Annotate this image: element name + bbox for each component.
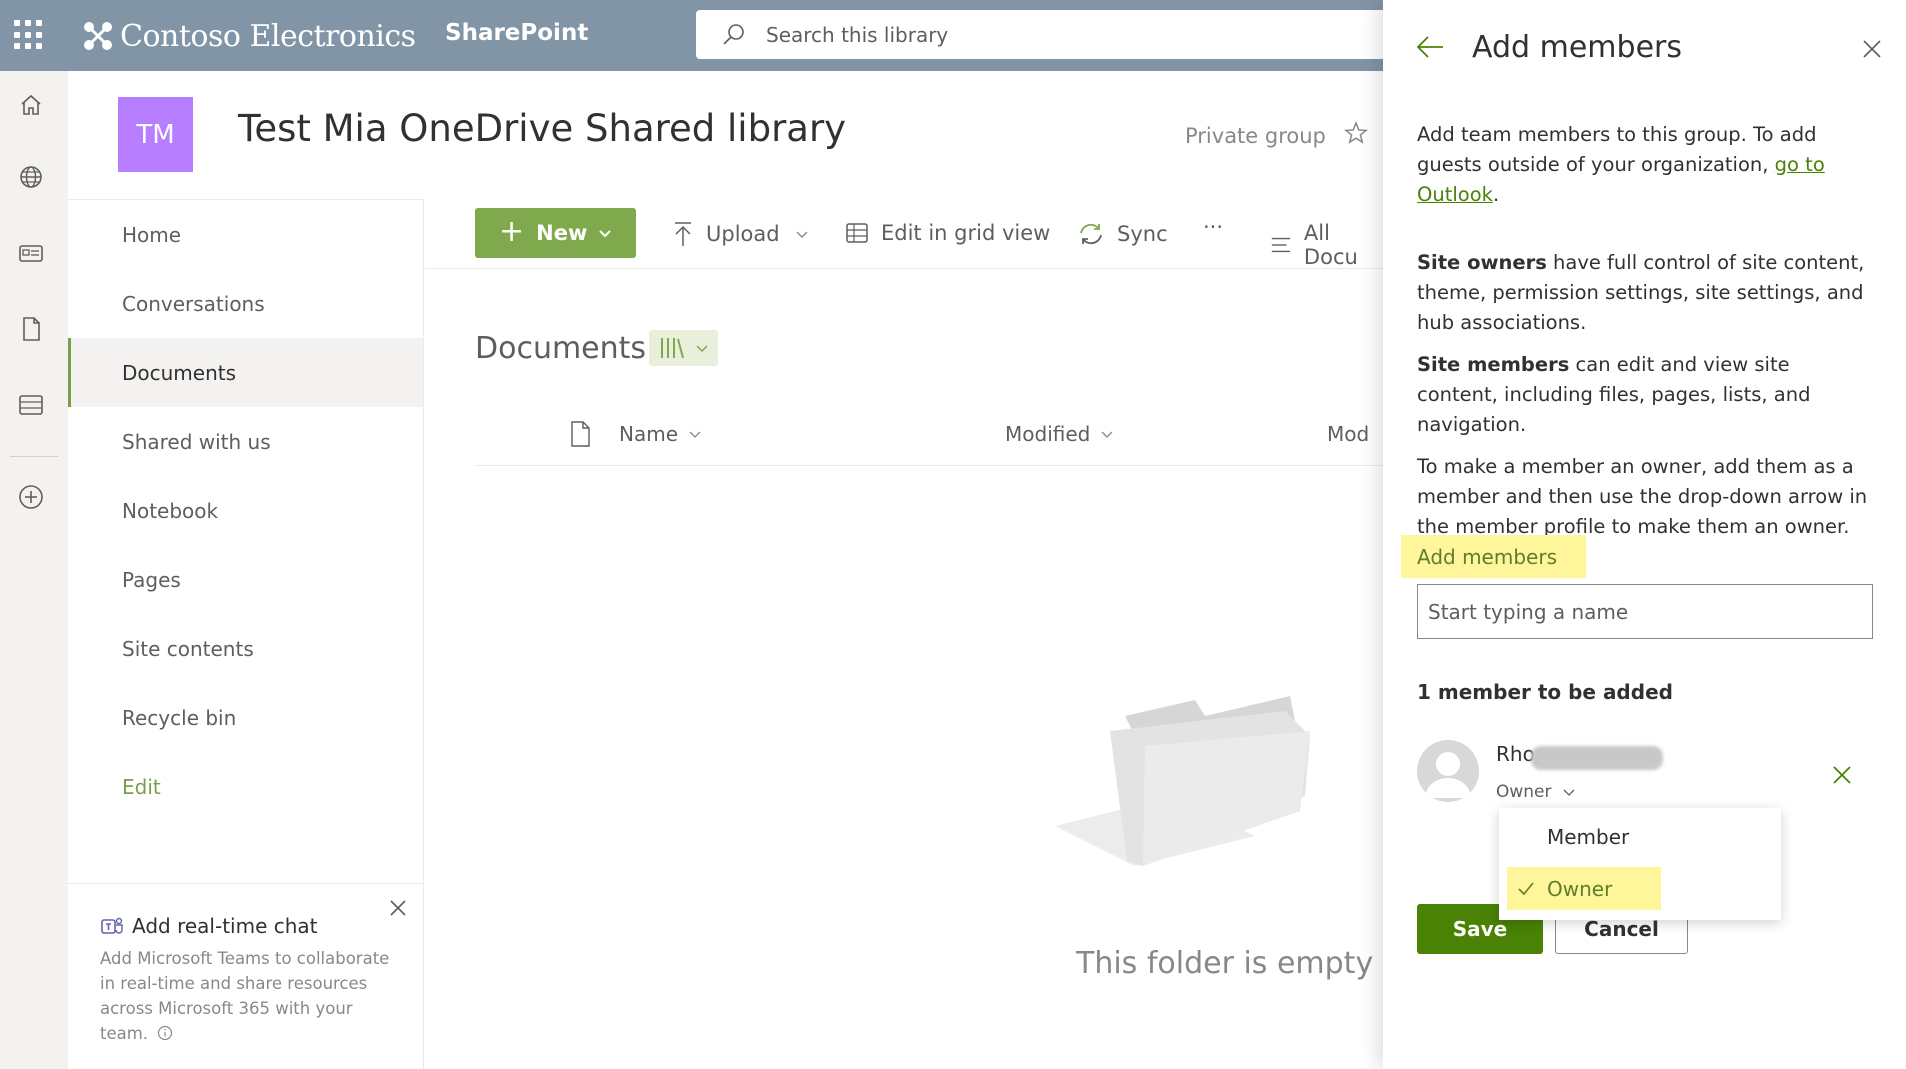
member-name-input[interactable]	[1417, 584, 1873, 639]
search-box[interactable]	[696, 10, 1383, 59]
member-name: Rho	[1496, 742, 1535, 766]
nav-edit-link[interactable]: Edit	[68, 752, 423, 821]
checkmark-icon	[1518, 882, 1534, 896]
owner-howto: To make a member an owner, add them as a…	[1417, 455, 1868, 538]
chat-card-title-text: Add real-time chat	[132, 914, 318, 938]
more-options-button[interactable]: ···	[1203, 215, 1223, 239]
column-name[interactable]: Name	[619, 422, 702, 446]
avatar	[1417, 740, 1479, 802]
empty-folder-illustration	[1055, 696, 1310, 866]
column-header-row: Name Modified Mod	[475, 410, 1383, 466]
empty-folder-message: This folder is empty	[1076, 946, 1374, 981]
add-members-label: Add members	[1401, 535, 1586, 578]
app-launcher-icon[interactable]	[14, 20, 44, 50]
nav-item-recycle-bin[interactable]: Recycle bin	[68, 683, 423, 752]
chevron-down-icon	[1101, 431, 1113, 438]
add-members-panel: Add members Add team members to this gro…	[1383, 0, 1906, 1069]
chevron-down-icon	[1563, 789, 1574, 796]
site-logo[interactable]: TM	[118, 97, 193, 172]
home-icon[interactable]	[17, 91, 45, 119]
nav-item-conversations[interactable]: Conversations	[68, 269, 423, 338]
list-icon[interactable]	[17, 391, 45, 419]
nav-item-documents[interactable]: Documents	[68, 338, 423, 407]
nav-item-notebook[interactable]: Notebook	[68, 476, 423, 545]
role-dropdown[interactable]: Owner	[1496, 782, 1576, 802]
intro-text: Add team members to this group. To add g…	[1417, 123, 1825, 206]
chat-card-description: Add Microsoft Teams to collaborate in re…	[100, 949, 390, 1043]
teams-chat-card: Add real-time chat Add Microsoft Teams t…	[68, 883, 423, 1069]
view-selector[interactable]: All Docu	[1270, 221, 1383, 269]
edit-grid-view-button[interactable]: Edit in grid view	[845, 221, 1050, 245]
nav-item-pages[interactable]: Pages	[68, 545, 423, 614]
left-navigation: Home Conversations Documents Shared with…	[68, 199, 424, 1069]
chat-card-title: Add real-time chat	[100, 914, 399, 938]
column-modified[interactable]: Modified	[1005, 422, 1114, 446]
app-bar	[0, 71, 68, 1069]
globe-icon[interactable]	[17, 163, 45, 191]
file-type-icon[interactable]	[569, 420, 591, 448]
plus-icon: +	[499, 214, 525, 249]
close-icon[interactable]	[388, 898, 408, 918]
chevron-down-icon	[599, 230, 612, 238]
role-option-member[interactable]: Member	[1499, 814, 1781, 860]
person-icon	[1425, 752, 1471, 798]
site-title: Test Mia OneDrive Shared library	[238, 107, 847, 150]
new-button[interactable]: + New	[475, 208, 636, 258]
panel-title: Add members	[1472, 30, 1682, 65]
site-header: TM Test Mia OneDrive Shared library Priv…	[68, 71, 1383, 199]
rail-divider	[10, 456, 58, 457]
brand-link[interactable]: Contoso Electronics	[80, 14, 416, 58]
command-bar: + New Upload Edit in grid view Sync ··· …	[425, 199, 1383, 269]
panel-description: Add team members to this group. To add g…	[1417, 120, 1872, 554]
search-icon	[723, 23, 744, 45]
role-option-owner[interactable]: Owner	[1499, 866, 1781, 912]
document-icon[interactable]	[17, 315, 45, 343]
search-input[interactable]	[766, 22, 1366, 47]
news-icon[interactable]	[17, 239, 45, 267]
sync-button[interactable]: Sync	[1077, 221, 1168, 247]
view-options-icon	[1271, 237, 1291, 253]
upload-icon	[675, 222, 691, 246]
nav-item-shared-with-us[interactable]: Shared with us	[68, 407, 423, 476]
column-modified-by[interactable]: Mod	[1327, 422, 1369, 446]
chevron-down-icon	[689, 431, 701, 438]
contoso-logo-icon	[84, 22, 112, 50]
members-count-label: 1 member to be added	[1417, 680, 1673, 704]
library-title: Documents	[475, 331, 647, 366]
suite-bar: Contoso Electronics SharePoint	[0, 0, 1383, 71]
grid-icon	[846, 223, 868, 243]
members-description: Site members can edit and view site cont…	[1417, 353, 1811, 436]
star-icon[interactable]	[1343, 120, 1369, 146]
brand-name: Contoso Electronics	[120, 18, 416, 54]
teams-icon	[101, 917, 123, 934]
privacy-label: Private group	[1185, 124, 1326, 148]
close-icon[interactable]	[1861, 38, 1883, 60]
redacted-name	[1531, 746, 1663, 770]
library-view-button[interactable]	[649, 330, 718, 366]
owners-description: Site owners have full control of site co…	[1417, 251, 1865, 334]
chevron-down-icon	[696, 345, 708, 353]
create-icon[interactable]	[17, 483, 45, 511]
upload-button[interactable]: Upload	[672, 221, 810, 247]
sync-icon	[1080, 223, 1102, 245]
nav-item-site-contents[interactable]: Site contents	[68, 614, 423, 683]
library-icon	[661, 338, 684, 359]
role-dropdown-menu: Member Owner	[1499, 808, 1781, 920]
app-name-link[interactable]: SharePoint	[445, 20, 588, 46]
chevron-down-icon	[796, 231, 808, 238]
back-arrow-icon[interactable]	[1415, 34, 1445, 60]
nav-item-home[interactable]: Home	[68, 200, 423, 269]
remove-member-icon[interactable]	[1831, 764, 1853, 786]
info-icon[interactable]	[157, 1025, 173, 1041]
